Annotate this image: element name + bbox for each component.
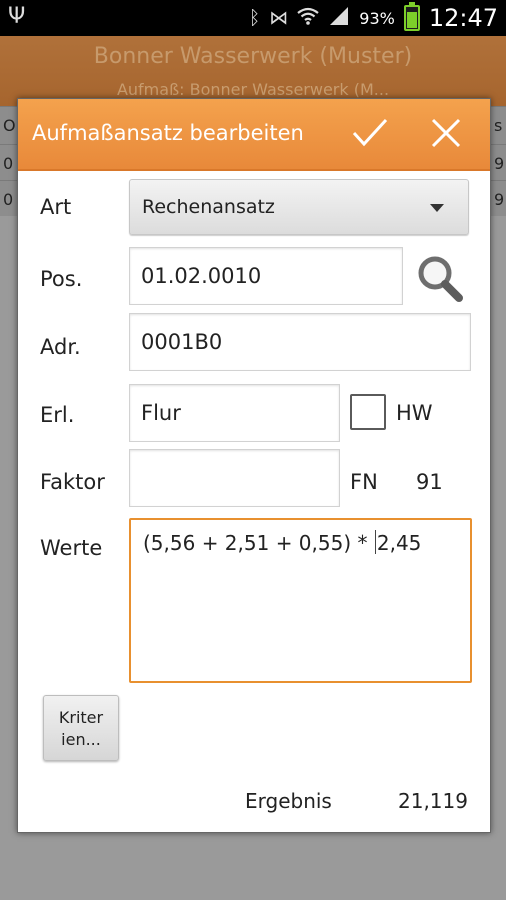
search-button[interactable] (412, 251, 468, 307)
usb-icon: Ψ (8, 4, 26, 29)
pos-label: Pos. (40, 267, 83, 291)
erl-label: Erl. (40, 403, 75, 427)
werte-label: Werte (40, 536, 103, 560)
dialog-title: Aufmaßansatz bearbeiten (32, 121, 304, 145)
background-row-edge: 0 (3, 190, 14, 209)
adr-label: Adr. (40, 335, 81, 359)
pos-value: 01.02.0010 (141, 264, 262, 288)
werte-text-before-caret: (5,56 + 2,51 + 0,55) * (143, 531, 374, 555)
signal-icon (328, 6, 350, 31)
background-row-edge: 9 (494, 154, 505, 173)
confirm-button[interactable] (348, 111, 392, 155)
erl-input[interactable]: Flur (129, 384, 340, 442)
status-bar: Ψ ᛒ ⋈ 93% 12:47 (0, 0, 506, 36)
faktor-input[interactable] (129, 449, 340, 507)
close-button[interactable] (424, 111, 468, 155)
hw-label: HW (396, 401, 433, 425)
pos-input[interactable]: 01.02.0010 (129, 247, 403, 305)
status-icons: ᛒ ⋈ 93% 12:47 (249, 0, 498, 36)
art-label: Art (40, 195, 72, 219)
kriterien-label-line2: ien... (61, 730, 101, 749)
ergebnis-value: 21,119 (398, 789, 468, 813)
bluetooth-icon: ᛒ (248, 7, 261, 29)
fn-value: 91 (416, 470, 443, 494)
clock: 12:47 (428, 4, 498, 32)
adr-value: 0001B0 (141, 330, 223, 354)
background-app-subtitle: Aufmaß: Bonner Wasserwerk (M... (116, 80, 390, 99)
battery-icon (403, 2, 420, 31)
art-selected-value: Rechenansatz (142, 196, 275, 218)
edit-dialog: Aufmaßansatz bearbeiten Art Rechenansatz… (17, 98, 491, 833)
dialog-header: Aufmaßansatz bearbeiten (18, 99, 490, 171)
werte-textarea[interactable]: (5,56 + 2,51 + 0,55) * 2,45 (129, 518, 472, 683)
nfc-icon: ⋈ (269, 7, 289, 29)
checkmark-icon (352, 118, 388, 147)
background-bottom (0, 866, 506, 900)
faktor-label: Faktor (40, 470, 105, 494)
hw-checkbox[interactable] (350, 394, 386, 430)
wifi-icon (297, 6, 319, 31)
erl-value: Flur (141, 401, 181, 425)
dropdown-arrow-icon (430, 204, 444, 212)
werte-text-after-caret: 2,45 (376, 531, 422, 555)
kriterien-button[interactable]: Kriter ien... (43, 695, 119, 761)
art-dropdown[interactable]: Rechenansatz (129, 179, 469, 235)
text-caret (374, 530, 376, 554)
background-row-edge: 0 (3, 154, 14, 173)
close-icon (431, 118, 461, 148)
background-row-edge: O (3, 116, 16, 135)
search-icon (418, 256, 463, 302)
kriterien-label-line1: Kriter (58, 708, 104, 727)
fn-label: FN (350, 470, 378, 494)
background-row-edge: 9 (494, 190, 505, 209)
background-app-title: Bonner Wasserwerk (Muster) (93, 44, 413, 69)
adr-input[interactable]: 0001B0 (129, 313, 471, 371)
battery-percent: 93% (359, 8, 395, 28)
ergebnis-label: Ergebnis (245, 789, 332, 813)
background-row-edge: s (494, 116, 503, 135)
